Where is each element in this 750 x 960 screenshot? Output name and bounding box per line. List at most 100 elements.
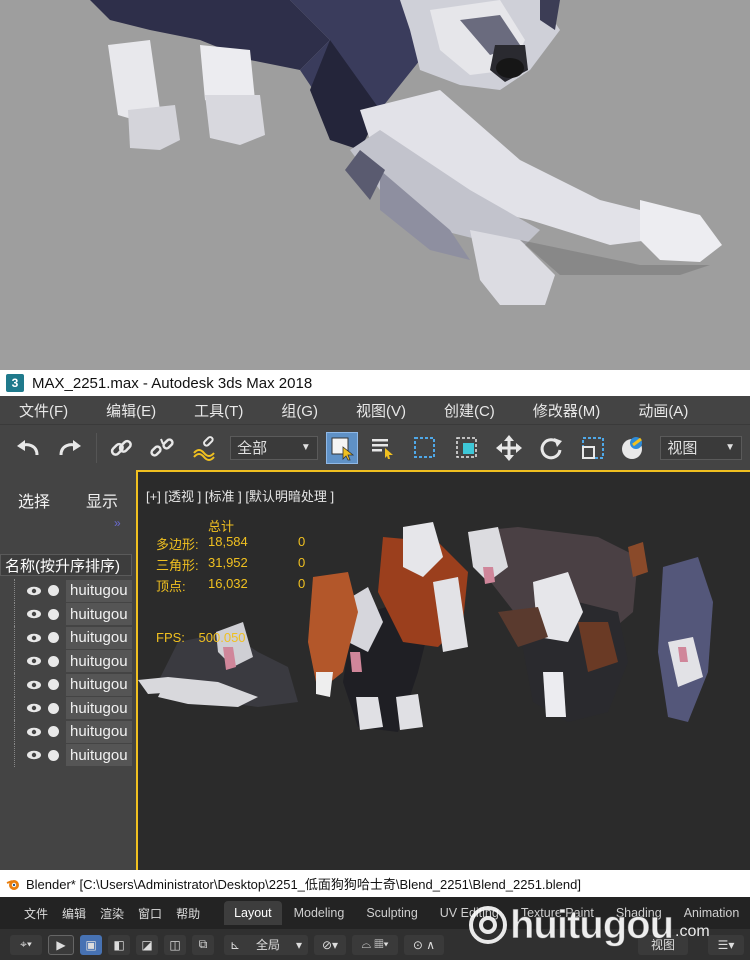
blender-menu-help[interactable]: 帮助 [176,905,200,922]
menu-edit[interactable]: 编辑(E) [87,400,175,421]
workspace-tab-sculpting[interactable]: Sculpting [356,901,427,925]
select-and-scale-button[interactable] [577,432,609,464]
link-button[interactable] [105,432,137,464]
redo-button[interactable] [54,432,86,464]
stats-row-polygons: 多边形: 18,584 0 [156,534,316,555]
reference-coord-value: 视图 [667,440,698,457]
viewport-label[interactable]: [+] [透视 ] [标准 ] [默认明暗处理 ] [146,486,334,505]
bind-space-warp-button[interactable] [188,432,220,464]
menu-modifiers[interactable]: 修改器(M) [514,400,620,421]
scene-list-item[interactable]: huitugou [0,579,132,603]
tree-connector [14,696,15,720]
menu-group[interactable]: 组(G) [262,400,337,421]
scene-object-name[interactable]: huitugou [66,626,132,649]
collapse-arrows-icon[interactable]: » [114,516,121,530]
select-by-name-button[interactable] [368,432,400,464]
list-icon: ☰▾ [717,937,735,952]
select-tool-button[interactable]: ▶ [48,934,74,955]
blender-menu-render[interactable]: 渲染 [100,905,124,922]
workspace-tab-modeling[interactable]: Modeling [284,901,355,925]
stats-selected-value: 0 [298,555,306,570]
freeze-toggle-icon[interactable] [48,726,59,738]
menu-tools[interactable]: 工具(T) [175,400,262,421]
blender-menu-file[interactable]: 文件 [24,905,48,922]
proportional-edit-button[interactable]: ⊙ ∧ [404,934,444,955]
scene-object-name[interactable]: huitugou [66,603,132,626]
scene-list-item[interactable]: huitugou [0,602,132,626]
blender-menu-edit[interactable]: 编辑 [62,905,86,922]
scene-object-name[interactable]: huitugou [66,579,132,602]
visibility-eye-icon[interactable] [26,750,42,760]
viewport-statistics: 总计 多边形: 18,584 0 三角形: 31,952 0 顶点: 16,03… [156,519,316,645]
tab-select[interactable]: 选择 [18,488,50,512]
visibility-eye-icon[interactable] [26,586,42,596]
reference-coordinate-dropdown[interactable]: 视图 ▼ [660,435,743,460]
tab-display[interactable]: 显示 [86,488,118,512]
freeze-toggle-icon[interactable] [48,632,59,644]
scene-list-column-header[interactable]: 名称(按升序排序) [0,554,132,576]
menu-views[interactable]: 视图(V) [337,400,425,421]
select-mode-extend-button[interactable]: ◧ [108,934,130,955]
blender-logo-icon [6,879,19,890]
freeze-toggle-icon[interactable] [48,749,59,761]
stats-value: 31,952 [208,555,248,570]
visibility-eye-icon[interactable] [26,680,42,690]
menu-animation[interactable]: 动画(A) [619,400,707,421]
select-mode-new-button[interactable]: ▣ [80,934,102,955]
pivot-point-button[interactable]: ⊘▾ [314,934,346,955]
scene-list-item[interactable]: huitugou [0,743,132,767]
scene-explorer-panel: 选择 显示 » 名称(按升序排序) huitugou huitugou huitug… [0,470,136,870]
perspective-viewport[interactable]: [+] [透视 ] [标准 ] [默认明暗处理 ] 总计 多边形: 18,584… [136,470,750,870]
stats-value: 16,032 [208,576,248,591]
freeze-toggle-icon[interactable] [48,608,59,620]
husky-closeup-illustration [0,0,750,370]
rotate-icon [540,437,562,459]
stats-row-triangles: 三角形: 31,952 0 [156,555,316,576]
freeze-toggle-icon[interactable] [48,679,59,691]
select-object-button[interactable] [325,431,358,464]
select-intersect-icon: ⧉ [198,937,208,951]
scene-object-name[interactable]: huitugou [66,650,132,673]
scene-object-name[interactable]: huitugou [66,744,132,767]
selection-filter-value: 全部 [237,440,268,457]
transform-orientation-dropdown[interactable]: ⊾ 全局 ▾ [224,934,308,955]
scene-object-name[interactable]: huitugou [66,673,132,696]
scene-list-item[interactable]: huitugou [0,696,132,720]
menu-create[interactable]: 创建(C) [425,400,514,421]
tree-connector [14,579,15,603]
freeze-toggle-icon[interactable] [48,585,59,597]
scene-object-name[interactable]: huitugou [66,720,132,743]
select-mode-invert-button[interactable]: ◫ [164,934,186,955]
scene-object-name[interactable]: huitugou [66,697,132,720]
selection-filter-dropdown[interactable]: 全部 ▼ [230,435,318,460]
select-and-rotate-button[interactable] [535,432,567,464]
undo-button[interactable] [12,432,44,464]
blender-menu-window[interactable]: 窗口 [138,905,162,922]
editor-type-button[interactable]: ⌖▾ [10,934,42,955]
unlink-button[interactable] [146,432,178,464]
proportional-edit-icon: ⊙ ∧ [412,937,436,952]
select-and-place-button[interactable] [619,432,651,464]
scene-list-item[interactable]: huitugou [0,626,132,650]
snap-button[interactable]: ⌓ ▦▾ [352,934,398,955]
scene-list-item[interactable]: huitugou [0,649,132,673]
select-mode-intersect-button[interactable]: ⧉ [192,934,214,955]
window-crossing-button[interactable] [451,432,483,464]
visibility-eye-icon[interactable] [26,727,42,737]
scene-list-item[interactable]: huitugou [0,673,132,697]
select-and-move-button[interactable] [493,432,525,464]
rectangular-selection-region-button[interactable] [409,432,441,464]
freeze-toggle-icon[interactable] [48,655,59,667]
workspace-tab-layout[interactable]: Layout [224,901,282,925]
select-extend-icon: ◧ [113,937,125,952]
visibility-eye-icon[interactable] [26,609,42,619]
visibility-eye-icon[interactable] [26,703,42,713]
watermark-suffix: .com [675,923,710,940]
freeze-toggle-icon[interactable] [48,702,59,714]
visibility-eye-icon[interactable] [26,633,42,643]
scene-list-item[interactable]: huitugou [0,720,132,744]
menu-file[interactable]: 文件(F) [0,400,87,421]
select-mode-subtract-button[interactable]: ◪ [136,934,158,955]
visibility-eye-icon[interactable] [26,656,42,666]
view-options-button[interactable]: ☰▾ [708,934,744,955]
